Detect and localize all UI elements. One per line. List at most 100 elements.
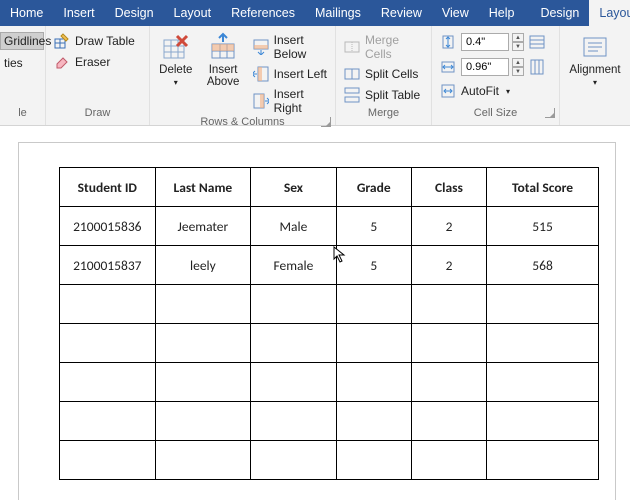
merge-cells-button[interactable]: Merge Cells (342, 32, 425, 62)
table-cell[interactable] (487, 363, 599, 402)
table-cell[interactable] (411, 285, 486, 324)
table-cell[interactable]: 568 (487, 246, 599, 285)
table-row: 2100015837leelyFemale52568 (60, 246, 599, 285)
row-height-input[interactable] (461, 33, 509, 51)
table-cell[interactable]: 2 (411, 207, 486, 246)
insert-right-button[interactable]: Insert Right (251, 86, 329, 116)
table-header-cell[interactable]: Total Score (487, 168, 599, 207)
tab-table-layout[interactable]: Layout (589, 0, 630, 26)
properties-button[interactable]: ties (0, 54, 44, 72)
page: Student IDLast NameSexGradeClassTotal Sc… (18, 142, 616, 500)
group-label-table: le (0, 107, 45, 125)
ribbon: Gridlines ties le Draw Table Eraser (0, 26, 630, 126)
row-height-up[interactable]: ▲ (512, 33, 524, 42)
table-header-row: Student IDLast NameSexGradeClassTotal Sc… (60, 168, 599, 207)
table-cell[interactable]: 5 (336, 246, 411, 285)
student-table[interactable]: Student IDLast NameSexGradeClassTotal Sc… (59, 167, 599, 480)
table-cell[interactable] (336, 285, 411, 324)
tab-view[interactable]: View (432, 0, 479, 26)
table-cell[interactable]: 5 (336, 207, 411, 246)
col-width-icon (440, 59, 456, 75)
tab-layout[interactable]: Layout (164, 0, 222, 26)
table-cell[interactable] (487, 402, 599, 441)
table-cell[interactable]: leely (155, 246, 251, 285)
table-cell[interactable] (60, 285, 156, 324)
autofit-icon (440, 83, 456, 99)
row-height-down[interactable]: ▼ (512, 42, 524, 51)
insert-above-button[interactable]: Insert Above (202, 30, 245, 88)
table-cell[interactable] (155, 324, 251, 363)
row-height-icon (440, 34, 456, 50)
table-cell[interactable]: 2 (411, 246, 486, 285)
insert-right-icon (253, 93, 269, 109)
table-cell[interactable] (411, 363, 486, 402)
distribute-rows-icon[interactable] (529, 34, 545, 50)
draw-table-button[interactable]: Draw Table (52, 32, 137, 50)
tab-review[interactable]: Review (371, 0, 432, 26)
group-label-cellsize: Cell Size (432, 107, 559, 125)
table-header-cell[interactable]: Last Name (155, 168, 251, 207)
rowscols-launcher[interactable] (321, 117, 331, 127)
table-cell[interactable] (336, 324, 411, 363)
insert-above-icon (208, 32, 238, 62)
table-header-cell[interactable]: Class (411, 168, 486, 207)
table-cell[interactable] (251, 285, 336, 324)
split-table-button[interactable]: Split Table (342, 86, 425, 104)
table-cell[interactable] (411, 324, 486, 363)
tab-insert[interactable]: Insert (53, 0, 104, 26)
table-cell[interactable]: Male (251, 207, 336, 246)
tab-home[interactable]: Home (0, 0, 53, 26)
table-cell[interactable]: Jeemater (155, 207, 251, 246)
document-area[interactable]: Student IDLast NameSexGradeClassTotal Sc… (0, 126, 630, 500)
tab-table-design[interactable]: Design (530, 0, 589, 26)
table-cell[interactable] (251, 402, 336, 441)
table-cell[interactable] (251, 324, 336, 363)
split-cells-button[interactable]: Split Cells (342, 65, 425, 83)
table-cell[interactable] (251, 363, 336, 402)
insert-below-button[interactable]: Insert Below (251, 32, 329, 62)
table-row: 2100015836JeematerMale52515 (60, 207, 599, 246)
table-cell[interactable] (251, 441, 336, 480)
col-width-input[interactable] (461, 58, 509, 76)
table-header-cell[interactable]: Student ID (60, 168, 156, 207)
table-cell[interactable] (487, 285, 599, 324)
table-cell[interactable] (155, 441, 251, 480)
tab-mailings[interactable]: Mailings (305, 0, 371, 26)
table-cell[interactable] (487, 324, 599, 363)
tab-design[interactable]: Design (105, 0, 164, 26)
table-cell[interactable]: 2100015836 (60, 207, 156, 246)
table-cell[interactable] (60, 363, 156, 402)
insert-left-button[interactable]: Insert Left (251, 65, 329, 83)
table-cell[interactable] (411, 441, 486, 480)
table-cell[interactable]: 2100015837 (60, 246, 156, 285)
col-width-up[interactable]: ▲ (512, 58, 524, 67)
merge-cells-icon (344, 39, 360, 55)
distribute-cols-icon[interactable] (529, 59, 545, 75)
table-header-cell[interactable]: Grade (336, 168, 411, 207)
table-cell[interactable] (60, 441, 156, 480)
delete-button[interactable]: Delete▾ (156, 30, 196, 89)
group-label-alignment (560, 107, 630, 125)
alignment-button[interactable]: Alignment▾ (566, 30, 624, 89)
table-cell[interactable] (487, 441, 599, 480)
table-cell[interactable] (155, 285, 251, 324)
col-width-down[interactable]: ▼ (512, 67, 524, 76)
table-cell[interactable] (155, 363, 251, 402)
eraser-button[interactable]: Eraser (52, 53, 137, 71)
cellsize-launcher[interactable] (545, 108, 555, 118)
table-cell[interactable] (155, 402, 251, 441)
table-cell[interactable] (60, 324, 156, 363)
table-cell[interactable] (336, 441, 411, 480)
view-gridlines-toggle[interactable]: Gridlines (0, 32, 44, 50)
tab-help[interactable]: Help (479, 0, 525, 26)
table-row (60, 441, 599, 480)
table-cell[interactable] (411, 402, 486, 441)
table-cell[interactable]: 515 (487, 207, 599, 246)
table-cell[interactable]: Female (251, 246, 336, 285)
table-cell[interactable] (60, 402, 156, 441)
table-header-cell[interactable]: Sex (251, 168, 336, 207)
table-cell[interactable] (336, 363, 411, 402)
autofit-button[interactable]: AutoFit▾ (438, 82, 547, 100)
tab-references[interactable]: References (221, 0, 305, 26)
table-cell[interactable] (336, 402, 411, 441)
